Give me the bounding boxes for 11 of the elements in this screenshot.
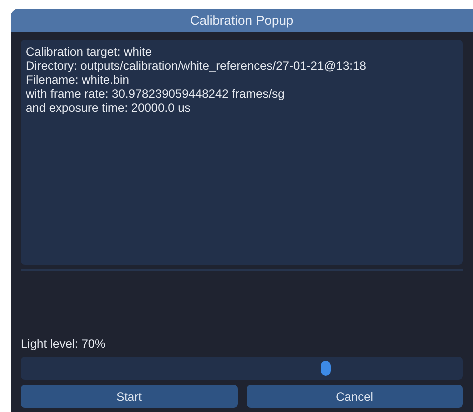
log-line: with frame rate: 30.978239059448242 frames/sg bbox=[26, 87, 286, 101]
window-title: Calibration Popup bbox=[190, 12, 294, 30]
cancel-button[interactable]: Cancel bbox=[246, 385, 463, 408]
log-line: Filename: white.bin bbox=[26, 73, 130, 87]
log-line: Calibration target: white bbox=[26, 45, 154, 59]
light-level-label: Light level: 70% bbox=[21, 336, 107, 353]
log-line: and exposure time: 20000.0 us bbox=[26, 101, 192, 115]
light-slider[interactable] bbox=[21, 357, 463, 380]
log-line: Directory: outputs/calibration/white_references/27-01-21@13:18 bbox=[26, 59, 368, 73]
slider-handle[interactable] bbox=[320, 361, 331, 376]
start-button[interactable]: Start bbox=[21, 385, 238, 408]
